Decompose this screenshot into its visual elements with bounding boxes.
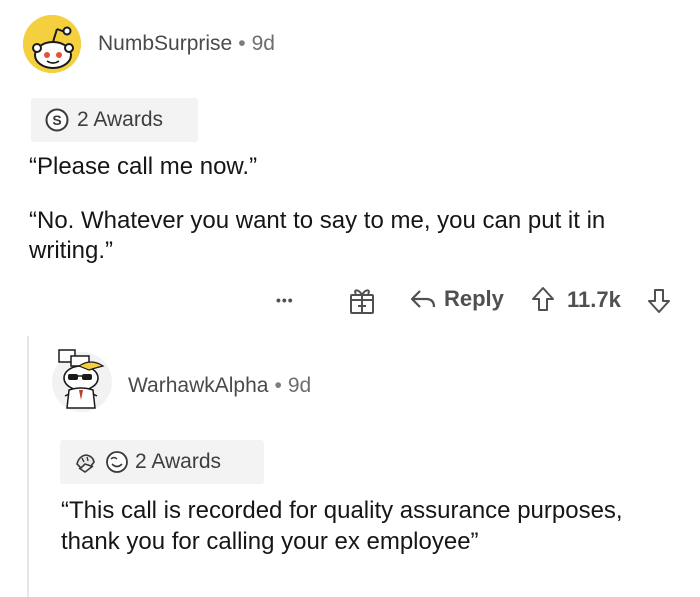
separator-dot: • [274,374,282,397]
award-s-icon: S [45,108,69,132]
reply-icon [410,290,436,308]
gift-icon [350,289,374,314]
awards-badge[interactable]: 2 Awards [60,440,264,484]
reply-label: Reply [444,286,504,311]
thread-line[interactable] [27,336,29,597]
comment-meta: NumbSurprise • 9d [98,32,275,56]
vote-score: 11.7k [567,287,621,313]
give-award-button[interactable] [348,285,376,320]
comment-paragraph: “This call is recorded for quality assur… [61,497,623,555]
reply-button[interactable]: Reply [410,286,504,312]
more-options-button[interactable]: ••• [276,285,294,311]
vote-score-label: 11.7k [567,287,621,312]
awards-count: 2 Awards [135,450,221,473]
downvote-button[interactable] [646,287,672,320]
comment-age: 9d [287,374,312,397]
comment-meta: WarhawkAlpha • 9d [128,374,311,398]
svg-text:S: S [52,112,61,128]
awards-count: 2 Awards [77,108,163,131]
username[interactable]: NumbSurprise [98,32,232,55]
comment-body: “Please call me now.” “No. Whatever you … [29,152,679,266]
award-smile-icon [106,451,128,473]
snoo-sunglasses-avatar-icon [52,349,112,412]
username[interactable]: WarhawkAlpha [128,374,268,397]
comment-paragraph: “No. Whatever you want to say to me, you… [29,207,606,264]
comment-age: 9d [251,32,275,55]
award-hands-icon [76,454,95,473]
more-options-label: ••• [276,292,294,308]
separator-dot: • [238,32,246,55]
awards-badge[interactable]: S 2 Awards [31,98,198,142]
upvote-button[interactable] [530,285,556,318]
avatar[interactable] [51,348,113,412]
downvote-icon [648,289,670,313]
comment-body: “This call is recorded for quality assur… [61,495,631,557]
avatar[interactable] [23,15,81,73]
snoo-avatar-icon [23,15,81,73]
comment-paragraph: “Please call me now.” [29,153,258,180]
upvote-icon [532,287,554,311]
